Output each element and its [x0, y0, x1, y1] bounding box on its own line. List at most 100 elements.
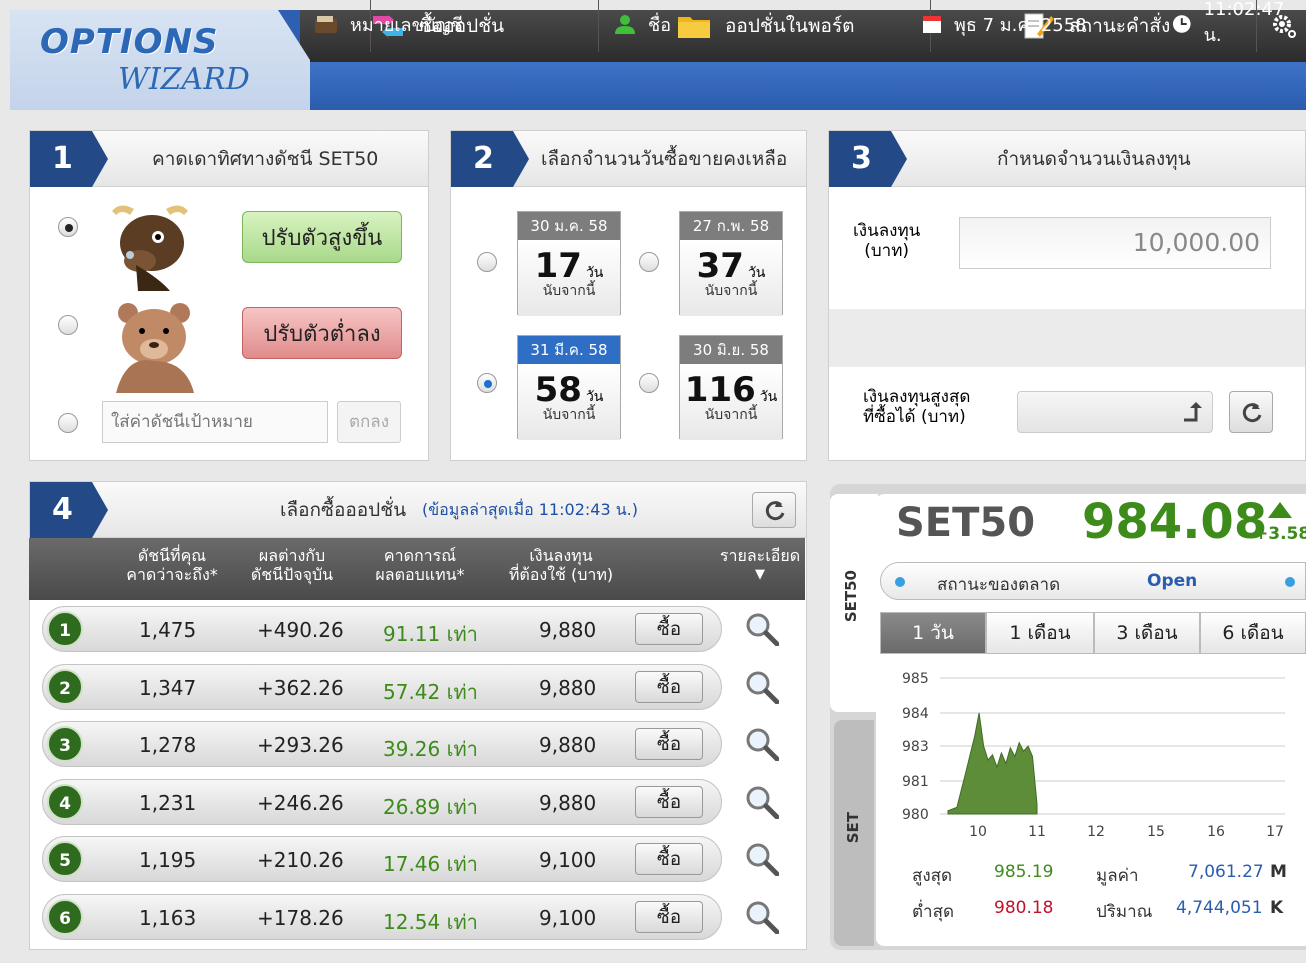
- up-option-button[interactable]: ปรับตัวสูงขึ้น: [242, 211, 402, 263]
- table-row: 2 1,347 +362.26 57.42 เท่า 9,880 ซื้อ: [42, 663, 722, 710]
- invest-label-2: (บาท): [864, 241, 910, 261]
- calendar-icon: [923, 16, 941, 33]
- x-tick-label: 12: [1087, 824, 1105, 840]
- radio-up[interactable]: [58, 217, 78, 237]
- col-return: คาดการณ์ ผลตอบแทน*: [365, 546, 475, 584]
- refresh-list-button[interactable]: [752, 492, 796, 528]
- panel-title: กำหนดจำนวนเงินลงทุน: [997, 148, 1191, 170]
- app-logo: OPTIONS WIZARD: [10, 10, 310, 110]
- radio-days-1[interactable]: [477, 252, 497, 272]
- x-tick-label: 11: [1028, 824, 1046, 840]
- card-body: 58 วัน นับจากนี้: [518, 364, 620, 440]
- panel-investment: 3 กำหนดจำนวนเงินลงทุน เงินลงทุน (บาท) 10,…: [828, 130, 1306, 461]
- tab-set[interactable]: SET: [834, 720, 874, 946]
- expected-return: 57.42 เท่า: [383, 679, 478, 704]
- max-invest-field[interactable]: [1017, 391, 1213, 433]
- panel-header: 2 เลือกจำนวนวันซื้อขายคงเหลือ: [451, 131, 806, 187]
- days-card-4[interactable]: 30 มิ.ย. 58 116 วัน นับจากนี้: [679, 335, 783, 440]
- required-investment: 9,880: [539, 733, 597, 757]
- row-number: 1: [47, 611, 83, 647]
- target-index: 1,195: [139, 848, 197, 872]
- card-body: 116 วัน นับจากนี้: [680, 364, 782, 440]
- card-sub: นับจากนี้: [542, 283, 596, 299]
- x-tick-label: 16: [1207, 824, 1225, 840]
- expected-return: 17.46 เท่า: [383, 852, 478, 876]
- days-card-3[interactable]: 31 มี.ค. 58 58 วัน นับจากนี้: [517, 335, 621, 440]
- target-index: 1,475: [139, 618, 197, 642]
- volume-label: ปริมาณ: [1096, 902, 1153, 922]
- refresh-max-button[interactable]: [1229, 391, 1273, 433]
- buy-button[interactable]: ซื้อ: [635, 613, 703, 645]
- target-index-input[interactable]: [102, 401, 328, 443]
- refresh-icon: [1242, 403, 1262, 423]
- volume-amount: 4,744,051: [1176, 898, 1263, 918]
- buy-button[interactable]: ซื้อ: [635, 728, 703, 760]
- radio-days-2[interactable]: [639, 252, 659, 272]
- clock-icon: [1172, 15, 1191, 33]
- ok-button[interactable]: ตกลง: [337, 401, 401, 443]
- buy-button[interactable]: ซื้อ: [635, 843, 703, 875]
- col-cost: เงินลงทุน ที่ต้องใช้ (บาท): [491, 546, 631, 584]
- down-option-button[interactable]: ปรับตัวต่ำลง: [242, 307, 402, 359]
- days-card-2[interactable]: 27 ก.พ. 58 37 วัน นับจากนี้: [679, 211, 783, 316]
- card-unit: วัน: [585, 265, 604, 281]
- intraday-chart: 985 984 983 981 980 10 11 12 15 16 17: [902, 671, 1285, 840]
- card-date: 30 ม.ค. 58: [518, 212, 620, 240]
- panel-days: 2 เลือกจำนวนวันซื้อขายคงเหลือ 30 ม.ค. 58…: [450, 130, 807, 461]
- max-invest-label: เงินลงทุนสูงสุด ที่ซื้อได้ (บาท): [863, 387, 970, 427]
- magnifier-icon[interactable]: [745, 842, 779, 876]
- radio-days-4[interactable]: [639, 373, 659, 393]
- chevron-down-icon: ▼: [755, 567, 765, 582]
- buy-button[interactable]: ซื้อ: [635, 785, 703, 818]
- period-tab-1m[interactable]: 1 เดือน: [986, 612, 1094, 654]
- target-index: 1,231: [139, 790, 197, 815]
- user-icon: [615, 15, 635, 34]
- card-sub: นับจากนี้: [542, 407, 596, 423]
- y-tick-label: 981: [902, 774, 929, 790]
- panel-header: 1 คาดเดาทิศทางดัชนี SET50: [30, 131, 428, 187]
- period-tab-6m[interactable]: 6 เดือน: [1200, 612, 1306, 654]
- panel-header: 3 กำหนดจำนวนเงินลงทุน: [829, 131, 1305, 187]
- share-arrow-icon: [1184, 402, 1202, 422]
- magnifier-icon[interactable]: [745, 727, 779, 761]
- magnifier-icon[interactable]: [745, 612, 779, 646]
- tab-set-label: SET: [844, 812, 862, 844]
- magnifier-icon[interactable]: [745, 785, 779, 819]
- card-date: 30 มิ.ย. 58: [680, 336, 782, 364]
- step-number: 4: [30, 482, 108, 538]
- folder-icon: [678, 17, 710, 38]
- tab-set50[interactable]: SET50: [830, 494, 878, 712]
- period-tab-1d[interactable]: 1 วัน: [880, 612, 986, 654]
- card-unit: วัน: [747, 265, 766, 281]
- target-index: 1,163: [139, 905, 197, 930]
- magnifier-icon[interactable]: [745, 900, 779, 934]
- expected-return: 26.89 เท่า: [383, 794, 478, 819]
- last-updated: (ข้อมูลล่าสุดเมื่อ 11:02:43 น.): [422, 500, 639, 519]
- period-tab-3m[interactable]: 3 เดือน: [1094, 612, 1200, 654]
- radio-target[interactable]: [58, 413, 78, 433]
- col-text: รายละเอียด: [719, 546, 801, 565]
- invest-label: เงินลงทุน (บาท): [853, 221, 920, 261]
- panel-title: เลือกซื้อออปชั่น: [280, 499, 407, 521]
- panel-direction: 1 คาดเดาทิศทางดัชนี SET50 ปรับตัวสูงขึ้น…: [29, 130, 429, 461]
- target-index: 1,278: [139, 733, 197, 757]
- magnifier-icon[interactable]: [745, 670, 779, 704]
- radio-days-3[interactable]: [477, 373, 497, 393]
- tab-set50-label: SET50: [842, 570, 860, 623]
- index-diff: +210.26: [257, 848, 344, 872]
- user-name: ชื่อ: [614, 0, 671, 48]
- buy-button[interactable]: ซื้อ: [635, 900, 703, 933]
- expected-return: 91.11 เท่า: [383, 622, 478, 646]
- name-label: ชื่อ: [648, 14, 672, 36]
- value-unit: M: [1270, 862, 1287, 882]
- days-card-1[interactable]: 30 ม.ค. 58 17 วัน นับจากนี้: [517, 211, 621, 316]
- invest-amount-input[interactable]: 10,000.00: [959, 217, 1271, 269]
- buy-button[interactable]: ซื้อ: [635, 670, 703, 703]
- radio-down[interactable]: [58, 315, 78, 335]
- expected-return: 39.26 เท่า: [383, 737, 478, 761]
- row-number: 4: [47, 783, 83, 820]
- col-diff: ผลต่างกับ ดัชนีปัจจุบัน: [237, 546, 347, 584]
- card-date: 27 ก.พ. 58: [680, 212, 782, 240]
- status-value: Open: [1147, 571, 1198, 591]
- current-time: 11:02:47 น.: [1172, 0, 1306, 48]
